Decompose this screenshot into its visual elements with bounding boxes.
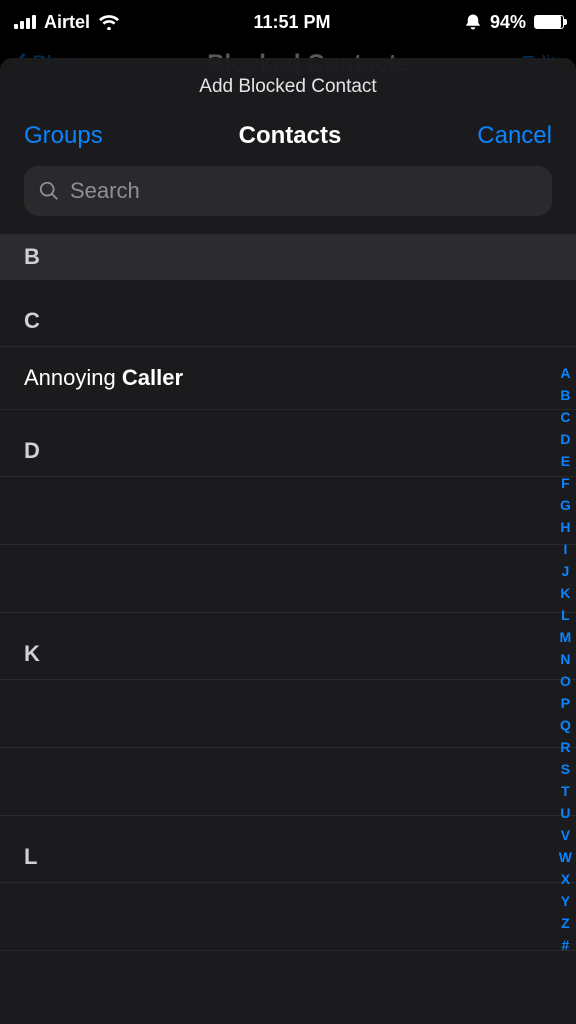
section-header: K xyxy=(0,613,576,680)
clock-label: 11:51 PM xyxy=(253,12,330,33)
contact-row[interactable] xyxy=(0,883,576,951)
groups-button[interactable]: Groups xyxy=(24,122,103,150)
wifi-icon xyxy=(98,14,120,30)
contact-row[interactable] xyxy=(0,545,576,613)
battery-pct-label: 94% xyxy=(490,12,526,33)
alpha-index-letter[interactable]: # xyxy=(561,936,569,955)
alpha-index[interactable]: ABCDEFGHIJKLMNOPQRSTUVWXYZ # xyxy=(559,364,572,955)
alpha-index-letter[interactable]: F xyxy=(561,474,570,493)
alpha-index-letter[interactable]: X xyxy=(561,870,570,889)
section-header-sticky: B xyxy=(0,234,576,280)
alpha-index-letter[interactable]: M xyxy=(560,628,572,647)
contact-row[interactable]: Annoying Caller xyxy=(0,347,576,410)
section-header: D xyxy=(0,410,576,477)
alpha-index-letter[interactable]: W xyxy=(559,848,572,867)
alpha-index-letter[interactable]: V xyxy=(561,826,570,845)
alpha-index-letter[interactable]: Y xyxy=(561,892,570,911)
page-title: Contacts xyxy=(239,122,342,150)
sheet-nav: Groups Contacts Cancel xyxy=(0,122,576,166)
search-input[interactable] xyxy=(70,178,538,204)
search-icon xyxy=(38,180,60,202)
alpha-index-letter[interactable]: T xyxy=(561,782,570,801)
alpha-index-letter[interactable]: I xyxy=(563,540,567,559)
section-header: L xyxy=(0,816,576,883)
alpha-index-letter[interactable]: U xyxy=(560,804,570,823)
alarm-icon xyxy=(464,13,482,31)
alpha-index-letter[interactable]: E xyxy=(561,452,570,471)
contacts-picker-sheet: Add Blocked Contact Groups Contacts Canc… xyxy=(0,58,576,1024)
alpha-index-letter[interactable]: O xyxy=(560,672,571,691)
alpha-index-letter[interactable]: A xyxy=(560,364,570,383)
contact-list[interactable]: B CAnnoying CallerDKL xyxy=(0,234,576,951)
carrier-label: Airtel xyxy=(44,12,90,33)
status-bar: Airtel 11:51 PM 94% xyxy=(0,0,576,44)
section-header: C xyxy=(0,280,576,347)
alpha-index-letter[interactable]: J xyxy=(561,562,569,581)
alpha-index-letter[interactable]: H xyxy=(560,518,570,537)
alpha-index-letter[interactable]: D xyxy=(560,430,570,449)
search-field[interactable] xyxy=(24,166,552,216)
alpha-index-letter[interactable]: L xyxy=(561,606,570,625)
alpha-index-letter[interactable]: P xyxy=(561,694,570,713)
contact-row[interactable] xyxy=(0,680,576,748)
alpha-index-letter[interactable]: R xyxy=(560,738,570,757)
alpha-index-letter[interactable]: S xyxy=(561,760,570,779)
alpha-index-letter[interactable]: N xyxy=(560,650,570,669)
battery-icon xyxy=(534,15,564,29)
contact-row[interactable] xyxy=(0,477,576,545)
cancel-button[interactable]: Cancel xyxy=(477,122,552,150)
alpha-index-letter[interactable]: C xyxy=(560,408,570,427)
alpha-index-letter[interactable]: Q xyxy=(560,716,571,735)
sheet-title: Add Blocked Contact xyxy=(0,58,576,122)
cell-signal-icon xyxy=(14,15,36,29)
alpha-index-letter[interactable]: B xyxy=(560,386,570,405)
alpha-index-letter[interactable]: Z xyxy=(561,914,570,933)
contact-row[interactable] xyxy=(0,748,576,816)
battery-fill xyxy=(535,16,561,28)
alpha-index-letter[interactable]: G xyxy=(560,496,571,515)
alpha-index-letter[interactable]: K xyxy=(560,584,570,603)
